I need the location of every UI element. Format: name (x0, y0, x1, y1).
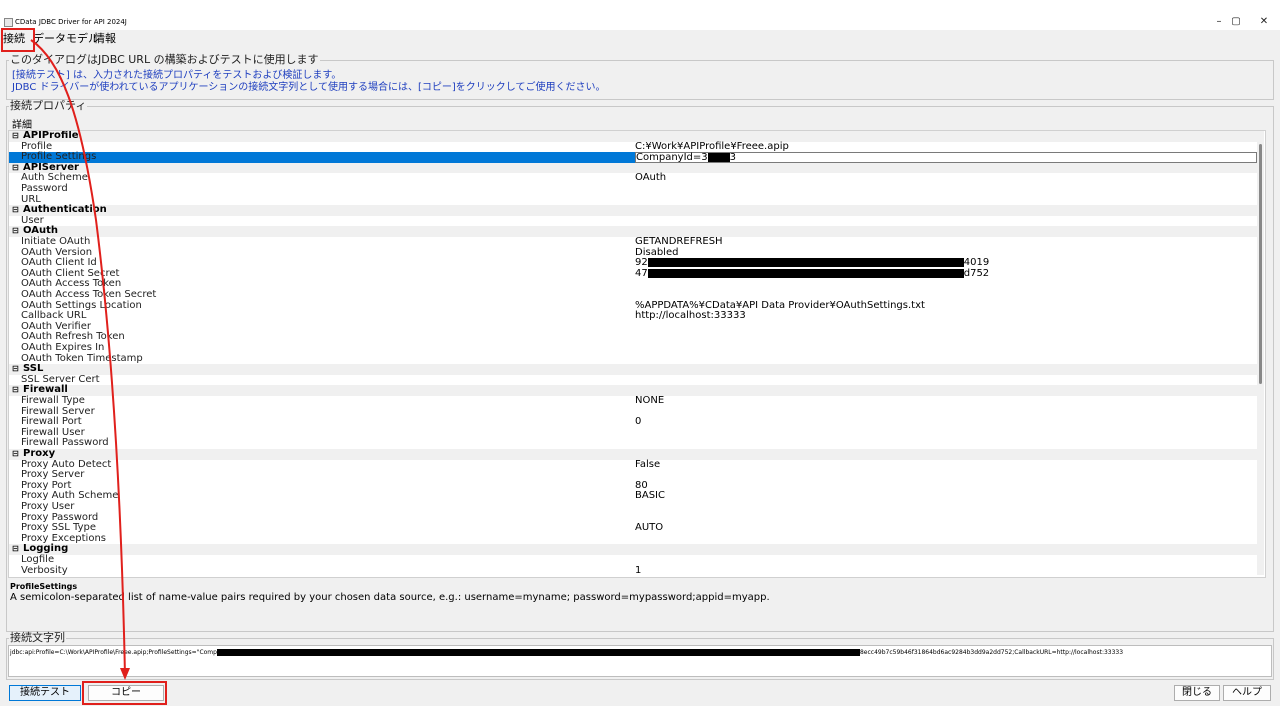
annotation-arrowhead-icon (120, 668, 130, 680)
annotation-arrow-line (30, 39, 126, 677)
annotation-arrow (30, 39, 130, 680)
